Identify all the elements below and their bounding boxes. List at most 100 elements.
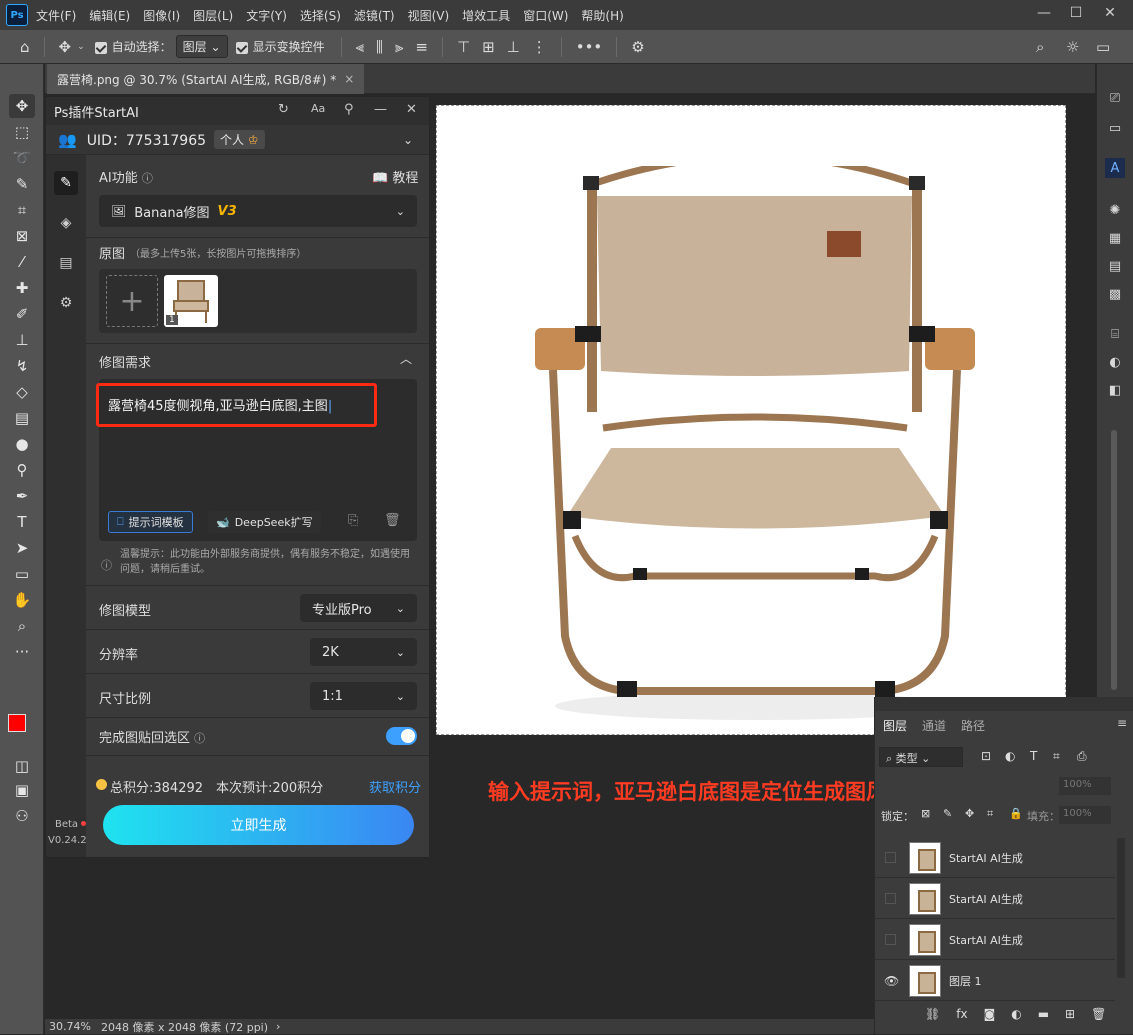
quick-select-icon[interactable]: ✎	[9, 172, 35, 196]
history-panel-icon[interactable]: ⎚	[1105, 88, 1125, 108]
align-left-icon[interactable]: ⫷	[356, 38, 364, 56]
align-right-icon[interactable]: ⫸	[395, 38, 403, 56]
layer-row[interactable]: StartAI AI生成	[875, 920, 1115, 960]
lock-position-icon[interactable]: ✥	[965, 807, 974, 820]
align-top-icon[interactable]: ⊤	[457, 38, 470, 56]
scrollbar[interactable]	[1111, 430, 1117, 690]
show-transform-checkbox[interactable]	[235, 41, 248, 54]
more-tools-icon[interactable]: ···	[9, 640, 35, 664]
filter-adjust-icon[interactable]: ◐	[1005, 749, 1015, 763]
trash-icon[interactable]: 🗑	[384, 513, 401, 528]
fill-field[interactable]: 100%	[1059, 806, 1111, 824]
eye-icon[interactable]: 👁	[884, 974, 899, 988]
maximize-icon[interactable]: ☐	[1060, 0, 1092, 26]
close-panel-icon[interactable]: ✕	[406, 102, 417, 117]
gear-icon[interactable]: ⚙	[631, 38, 644, 56]
ratio-dropdown[interactable]: 1:1 ⌄	[310, 682, 417, 710]
distribute-v-icon[interactable]: ⋮	[532, 38, 547, 56]
generate-button[interactable]: 立即生成	[103, 805, 414, 845]
visibility-toggle[interactable]	[885, 852, 896, 863]
resolution-dropdown[interactable]: 2K ⌄	[310, 638, 417, 666]
layer-row[interactable]: StartAI AI生成	[875, 838, 1115, 878]
menu-select[interactable]: 选择(S)	[300, 7, 341, 24]
opacity-field[interactable]: 100%	[1059, 777, 1111, 795]
folder-icon[interactable]: ▬	[1038, 1007, 1049, 1021]
adjustment-layer-icon[interactable]: ◐	[1011, 1007, 1021, 1021]
eraser-icon[interactable]: ◇	[9, 380, 35, 404]
align-middle-icon[interactable]: ⊞	[482, 38, 495, 56]
close-tab-icon[interactable]: ×	[344, 72, 354, 86]
layers-icon[interactable]: ◈	[54, 211, 78, 235]
chevron-down-icon[interactable]: ⌄	[403, 133, 413, 147]
swatches-icon[interactable]: ▦	[1105, 228, 1125, 248]
zoom-level[interactable]: 30.74%	[49, 1020, 91, 1033]
healing-brush-icon[interactable]: ✚	[9, 276, 35, 300]
get-points-link[interactable]: 获取积分	[369, 777, 421, 796]
chevron-up-icon[interactable]: ︿	[400, 350, 412, 367]
menu-edit[interactable]: 编辑(E)	[89, 7, 130, 24]
layer-select-dropdown[interactable]: 图层 ⌄	[175, 35, 228, 58]
lock-pixels-icon[interactable]: ⊠	[921, 807, 930, 820]
menu-view[interactable]: 视图(V)	[408, 7, 450, 24]
brush-tool-icon[interactable]: ✐	[9, 302, 35, 326]
stamp-tool-icon[interactable]: ⊥	[9, 328, 35, 352]
lock-artboard-icon[interactable]: ⌗	[987, 807, 993, 821]
ai-function-dropdown[interactable]: 🖼 Banana修图 V3 ⌄	[99, 195, 417, 227]
fx-icon[interactable]: fx	[956, 1007, 967, 1021]
zoom-tool-icon[interactable]: ⌕	[9, 614, 35, 638]
gear-icon[interactable]: ⚙	[54, 291, 78, 315]
rectangle-tool-icon[interactable]: ▭	[9, 562, 35, 586]
crop-tool-icon[interactable]: ⌗	[9, 198, 35, 222]
gradient-tool-icon[interactable]: ▤	[9, 406, 35, 430]
filter-image-icon[interactable]: ⊡	[981, 749, 991, 763]
tab-paths[interactable]: 路径	[961, 717, 985, 734]
chevron-right-icon[interactable]: ›	[276, 1020, 280, 1033]
new-layer-icon[interactable]: ⊞	[1065, 1007, 1075, 1021]
lock-all-icon[interactable]: 🔒	[1009, 807, 1023, 820]
lock-brush-icon[interactable]: ✎	[943, 807, 952, 820]
filter-type-icon[interactable]: T	[1030, 749, 1037, 763]
menu-type[interactable]: 文字(Y)	[246, 7, 287, 24]
distribute-icon[interactable]: ≡	[415, 38, 428, 56]
more-options-button[interactable]: •••	[576, 38, 603, 56]
link-icon[interactable]: ⛓	[925, 1007, 940, 1021]
search-icon[interactable]: ⌕	[1036, 38, 1044, 56]
eyedropper-icon[interactable]: ⁄	[9, 250, 35, 274]
gradients-icon[interactable]: ▤	[1105, 256, 1125, 276]
prompt-template-button[interactable]: ⎕ 提示词模板	[108, 511, 193, 533]
patterns-icon[interactable]: ▩	[1105, 284, 1125, 304]
model-dropdown[interactable]: 专业版Pro ⌄	[300, 594, 417, 622]
visibility-toggle[interactable]	[885, 934, 896, 945]
menu-filter[interactable]: 滤镜(T)	[354, 7, 395, 24]
auto-select-checkbox[interactable]	[94, 41, 107, 54]
edit-icon[interactable]: ✎	[54, 171, 78, 195]
filter-shape-icon[interactable]: ⌗	[1053, 749, 1060, 764]
frame-tool-icon[interactable]: ⊠	[9, 224, 35, 248]
trash-icon[interactable]: 🗑	[1091, 1007, 1106, 1021]
extra-icon[interactable]: ⚇	[9, 804, 35, 828]
path-select-icon[interactable]: ➤	[9, 536, 35, 560]
pen-tool-icon[interactable]: ✒	[9, 484, 35, 508]
account-badge[interactable]: 个人 ♔	[214, 130, 265, 149]
move-tool-icon[interactable]: ✥	[59, 38, 72, 56]
tab-channels[interactable]: 通道	[922, 717, 946, 734]
lasso-tool-icon[interactable]: ➰	[9, 146, 35, 170]
dodge-tool-icon[interactable]: ⚲	[9, 458, 35, 482]
align-center-icon[interactable]: ⫼	[376, 38, 383, 56]
minimize-panel-icon[interactable]: —	[374, 102, 387, 117]
layer-filter-dropdown[interactable]: ⌕ 类型 ⌄	[879, 747, 963, 767]
align-bottom-icon[interactable]: ⊥	[507, 38, 520, 56]
paste-back-toggle[interactable]	[386, 727, 417, 745]
chevron-down-icon[interactable]: ⌄	[77, 42, 85, 52]
type-tool-icon[interactable]: T	[9, 510, 35, 534]
quick-mask-icon[interactable]: ◫	[9, 754, 35, 778]
panel-menu-icon[interactable]: ≡	[1117, 716, 1127, 730]
hand-tool-icon[interactable]: ✋	[9, 588, 35, 612]
menu-plugins[interactable]: 增效工具	[462, 7, 510, 24]
add-image-button[interactable]: +	[106, 275, 158, 327]
menu-file[interactable]: 文件(F)	[36, 7, 76, 24]
startai-icon[interactable]: A	[1105, 158, 1125, 178]
layer-row[interactable]: StartAI AI生成	[875, 879, 1115, 919]
properties-icon[interactable]: ⌸	[1105, 324, 1125, 344]
libraries-icon[interactable]: ◧	[1105, 380, 1125, 400]
